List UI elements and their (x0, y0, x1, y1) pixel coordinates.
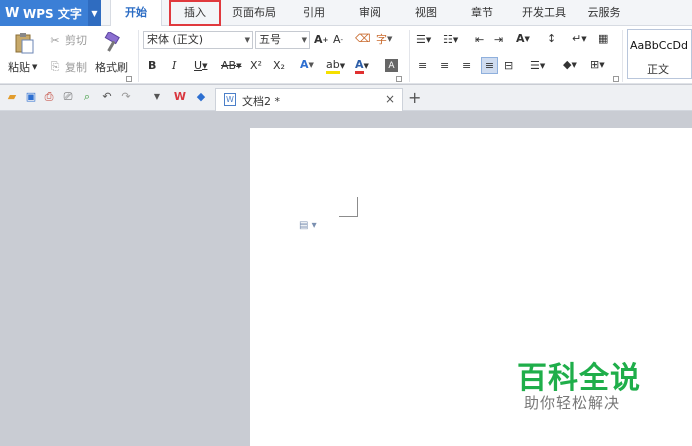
phonetic-guide-icon[interactable]: 字 ▼ (376, 31, 392, 47)
format-painter-label: 格式刷 (95, 61, 128, 74)
watermark-title: 百科全说 (517, 361, 641, 396)
paste-label: 粘贴 (8, 61, 30, 74)
document-page[interactable] (250, 128, 692, 446)
grow-font-icon[interactable]: A + (314, 33, 328, 46)
clipboard-icon[interactable] (11, 31, 37, 55)
print-preview-icon[interactable]: ⌕ (80, 90, 94, 104)
style-sample: AaBbCcDd (630, 39, 688, 52)
table-borders-icon[interactable]: ▦ (598, 32, 608, 45)
format-painter-button[interactable]: 格式刷 (95, 59, 128, 75)
font-dialog-launcher[interactable] (396, 76, 402, 82)
increase-indent-icon[interactable]: ⇥ (494, 33, 503, 46)
align-left-icon[interactable]: ≡ (418, 59, 427, 72)
chevron-down-icon[interactable]: ▼ (88, 0, 101, 26)
copy-icon: ⎘ (50, 60, 60, 73)
tab-cloud[interactable]: 云服务 (582, 0, 626, 26)
clipboard-dialog-launcher[interactable] (126, 76, 132, 82)
cut-button[interactable]: ✂ 剪切 (48, 32, 87, 48)
tab-review[interactable]: 审阅 (352, 0, 388, 26)
close-icon[interactable]: × (385, 92, 395, 106)
chevron-down-icon: ▼ (301, 36, 307, 44)
align-right-icon[interactable]: ≡ (462, 59, 471, 72)
tab-section[interactable]: 章节 (464, 0, 500, 26)
wps-home-icon[interactable]: W (173, 90, 187, 104)
highlight-color-icon[interactable]: ab ▼ (326, 58, 345, 74)
app-menu-button[interactable]: W WPS 文字 ▼ (0, 0, 101, 26)
redo-icon[interactable]: ↷ (119, 90, 133, 104)
tab-references[interactable]: 引用 (296, 0, 332, 26)
decrease-indent-icon[interactable]: ⇤ (475, 33, 484, 46)
document-title: 文档2 * (242, 95, 280, 108)
cloud-cube-icon[interactable]: ◆ (194, 90, 208, 104)
subscript-button[interactable]: X₂ (273, 59, 285, 72)
font-color-icon[interactable]: A ▼ (355, 58, 369, 74)
superscript-button[interactable]: X² (250, 59, 262, 72)
line-spacing-icon[interactable]: ☰ ▼ (530, 59, 545, 72)
print-icon[interactable]: ⎚ (61, 90, 75, 104)
style-normal[interactable]: AaBbCcDd 正文 (627, 29, 692, 79)
export-pdf-icon[interactable]: ⎙ (42, 90, 56, 104)
clear-format-icon[interactable]: ⌫ (355, 32, 371, 45)
text-effect-icon[interactable]: A ▼ (300, 58, 314, 71)
borders-icon[interactable]: ⊞ ▼ (590, 58, 605, 71)
undo-icon[interactable]: ↶ (100, 90, 114, 104)
strikethrough-label: AB (221, 59, 237, 72)
ribbon-divider (138, 30, 139, 82)
shading-icon[interactable]: ◆ ▼ (563, 58, 577, 71)
numbered-list-icon[interactable]: ☷ ▼ (443, 33, 458, 46)
tab-insert[interactable]: 插入 (169, 0, 221, 26)
align-center-icon[interactable]: ≡ (440, 59, 449, 72)
style-name: 正文 (647, 63, 669, 76)
margin-corner-mark (357, 197, 358, 216)
paste-options-icon[interactable]: ▤ ▾ (299, 220, 317, 231)
show-marks-icon[interactable]: ↵ ▼ (572, 32, 587, 45)
char-shading-icon[interactable]: A (385, 59, 398, 72)
new-tab-button[interactable]: + (408, 88, 421, 107)
menu-tab-bar: W WPS 文字 ▼ 开始 插入 页面布局 引用 审阅 视图 章节 开发工具 云… (0, 0, 692, 27)
font-size-select[interactable]: 五号 ▼ (255, 31, 310, 49)
underline-label: U (194, 59, 203, 72)
font-name-value: 宋体 (正文) (147, 33, 204, 46)
chinese-layout-icon[interactable]: A ▼ (516, 32, 530, 45)
scissors-icon: ✂ (50, 33, 60, 47)
ribbon-divider (409, 30, 410, 82)
margin-corner-mark (339, 216, 358, 217)
wps-logo-icon: W (5, 6, 20, 21)
paste-button[interactable]: 粘贴 ▼ (8, 59, 37, 75)
customize-toolbar-icon[interactable]: ▼ (150, 90, 164, 104)
document-tab[interactable]: W 文档2 * × (215, 88, 403, 111)
tab-page-layout[interactable]: 页面布局 (226, 0, 282, 26)
chevron-down-icon: ▼ (244, 36, 250, 44)
quick-access-bar: ▰ ▣ ⎙ ⎚ ⌕ ↶ ↷ ▼ W ◆ W 文档2 * × + (0, 85, 692, 111)
open-folder-icon[interactable]: ▰ (5, 90, 19, 104)
save-icon[interactable]: ▣ (24, 90, 38, 104)
font-size-value: 五号 (259, 33, 281, 46)
strikethrough-button[interactable]: AB ▼ (221, 59, 241, 72)
italic-button[interactable]: I (172, 59, 176, 72)
format-painter-icon[interactable] (100, 31, 124, 55)
tab-developer[interactable]: 开发工具 (514, 0, 574, 26)
font-name-select[interactable]: 宋体 (正文) ▼ (143, 31, 253, 49)
shrink-font-icon[interactable]: A- (333, 33, 343, 46)
bullet-list-icon[interactable]: ☰ ▼ (416, 33, 431, 46)
paragraph-dialog-launcher[interactable] (613, 76, 619, 82)
document-icon: W (224, 93, 236, 106)
ribbon-home: 粘贴 ▼ ✂ 剪切 ⎘ 复制 格式刷 宋体 (正文) ▼ 五号 ▼ A + A- ⌫ 字 ▼ … (0, 26, 692, 84)
ribbon-divider (622, 30, 623, 82)
sort-icon[interactable]: ↕ (547, 32, 556, 45)
app-name: WPS 文字 (23, 6, 82, 21)
tab-view[interactable]: 视图 (408, 0, 444, 26)
watermark-subtitle: 助你轻松解决 (524, 394, 621, 412)
copy-button[interactable]: ⎘ 复制 (48, 59, 87, 75)
bold-button[interactable]: B (148, 59, 156, 72)
tab-home[interactable]: 开始 (110, 0, 162, 27)
underline-button[interactable]: U ▼ (194, 59, 207, 72)
distributed-icon[interactable]: ⊟ (504, 59, 513, 72)
copy-label: 复制 (65, 61, 87, 74)
cut-label: 剪切 (65, 34, 87, 47)
justify-icon[interactable]: ≡ (481, 57, 498, 74)
